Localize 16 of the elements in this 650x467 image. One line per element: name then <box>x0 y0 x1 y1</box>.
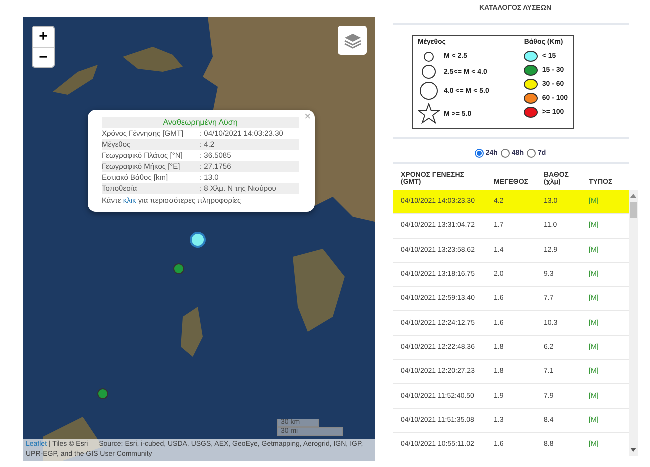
layers-button[interactable] <box>338 26 367 55</box>
scrollbar[interactable] <box>629 190 638 456</box>
scrollbar-thumb[interactable] <box>630 202 637 218</box>
period-radio[interactable] <box>474 149 484 158</box>
popup-title: Αναθεωρημένη Λύση <box>102 117 299 128</box>
circle-icon <box>422 65 436 79</box>
circle-icon <box>424 52 434 62</box>
up-arrow-icon <box>629 193 638 199</box>
zoom-in-button[interactable]: + <box>33 27 54 47</box>
zoom-out-button[interactable]: − <box>33 47 54 67</box>
circle-icon <box>420 82 438 100</box>
star-icon <box>418 103 440 125</box>
period-radio[interactable] <box>526 149 536 158</box>
period-radio[interactable] <box>500 149 510 158</box>
layers-icon <box>344 32 362 48</box>
down-arrow-icon <box>629 447 638 453</box>
